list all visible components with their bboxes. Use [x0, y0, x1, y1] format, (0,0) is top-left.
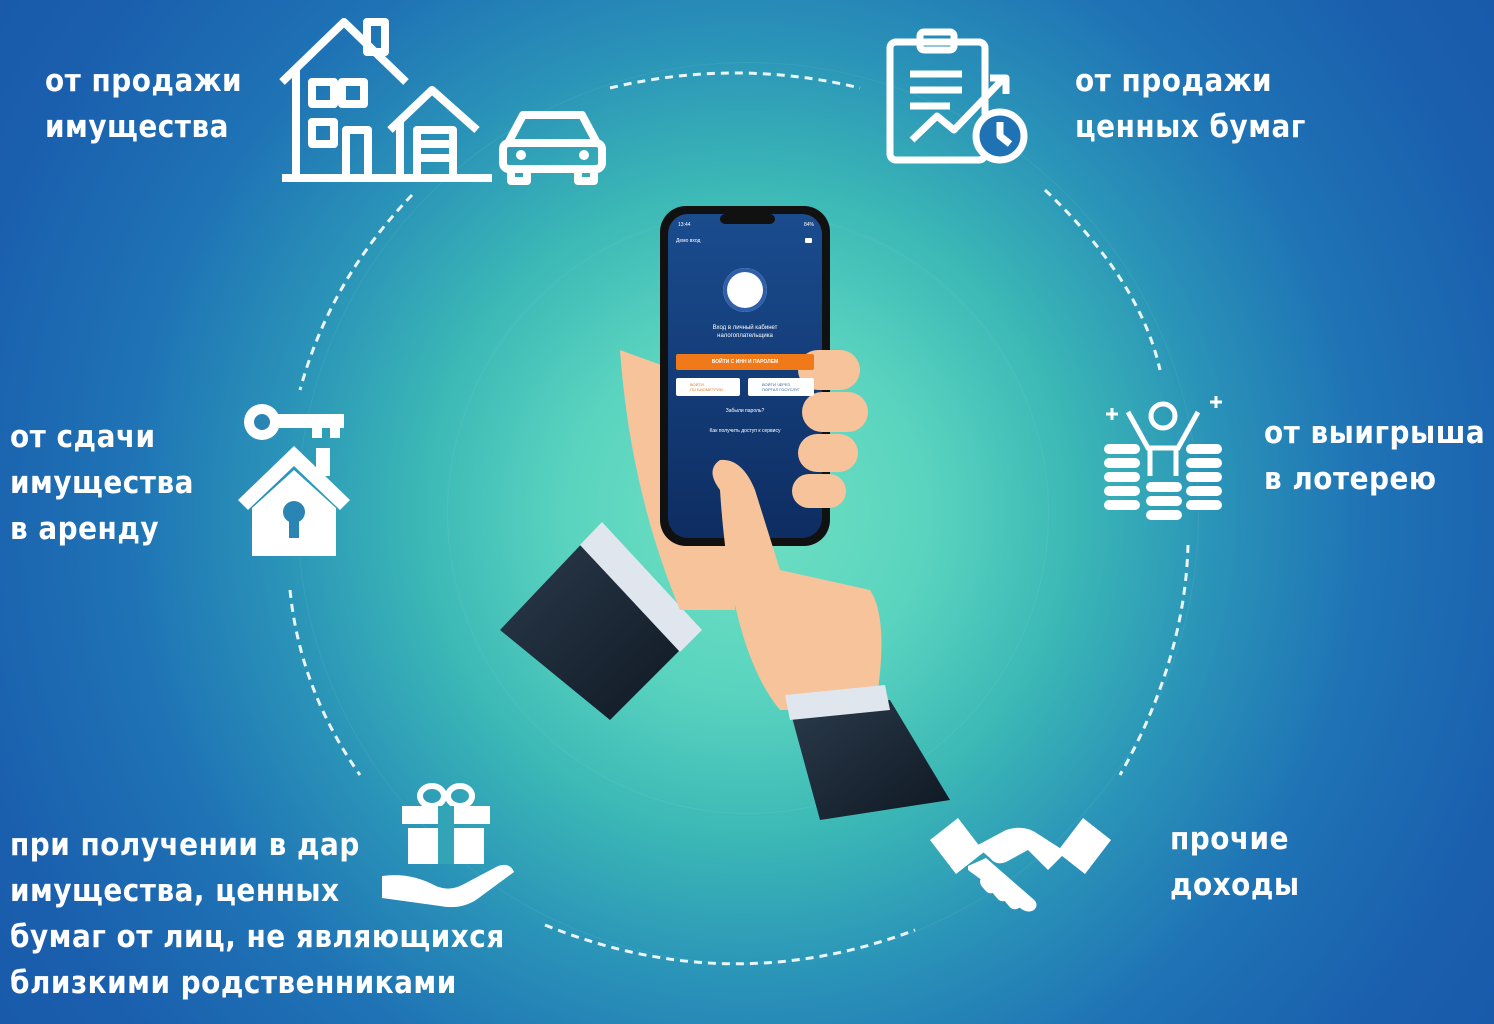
house-icon	[279, 18, 492, 182]
label-lottery: от выигрыша в лотерею	[1264, 415, 1486, 497]
document-chart-icon	[886, 28, 1028, 164]
handshake-icon	[930, 818, 1111, 912]
car-icon	[499, 111, 606, 185]
phone-screen: 13:44 84% Демо вход Вход в личный кабине…	[668, 214, 822, 538]
label-other: прочие доходы	[1170, 821, 1300, 903]
arc-top-right	[1043, 188, 1162, 371]
demo-login-link[interactable]: Демо вход	[676, 238, 700, 244]
lottery-winner-icon	[1104, 396, 1222, 520]
arc-right	[1118, 544, 1190, 776]
chat-icon[interactable]	[805, 238, 812, 243]
label-property-sale: от продажи имущества	[45, 63, 243, 145]
label-rent: от сдачи имущества в аренду	[10, 419, 194, 547]
forgot-password-link[interactable]: Забыли пароль?	[668, 408, 822, 414]
arc-top	[609, 71, 861, 90]
login-inn-button[interactable]: ВОЙТИ С ИНН И ПАРОЛЕМ	[676, 354, 814, 370]
tax-service-emblem-icon	[723, 268, 767, 312]
biometric-button[interactable]: ВОЙТИ ПО БИОМЕТРИИ	[676, 378, 740, 396]
status-battery: 84%	[803, 222, 814, 228]
status-time: 13:44	[678, 222, 691, 228]
key-house-icon	[238, 404, 350, 556]
label-securities-sale: от продажи ценных бумаг	[1075, 63, 1306, 145]
status-bar: 13:44 84%	[678, 222, 814, 228]
gosuslugi-button[interactable]: ВОЙТИ ЧЕРЕЗ ПОРТАЛ ГОСУСЛУГ	[748, 378, 814, 396]
arc-left-bottom	[288, 589, 362, 776]
arc-bottom	[544, 923, 916, 966]
arc-left-top	[298, 193, 414, 391]
login-heading: Вход в личный кабинет налогоплательщика	[712, 325, 778, 339]
access-help-link[interactable]: Как получить доступ к сервису	[668, 428, 822, 434]
